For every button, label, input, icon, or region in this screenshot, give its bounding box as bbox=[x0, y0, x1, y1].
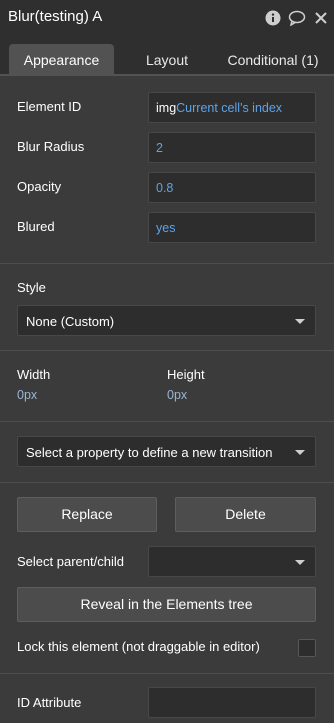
opacity-field[interactable]: 0.8 bbox=[148, 172, 316, 203]
blur-radius-field[interactable]: 2 bbox=[148, 132, 316, 163]
width-value: 0px bbox=[17, 388, 38, 402]
id-attribute-field[interactable] bbox=[148, 687, 316, 718]
tab-layout[interactable]: Layout bbox=[126, 44, 208, 76]
blur-radius-label: Blur Radius bbox=[17, 139, 85, 154]
height-value: 0px bbox=[167, 388, 188, 402]
blured-field[interactable]: yes bbox=[148, 212, 316, 243]
tab-conditional[interactable]: Conditional (1) bbox=[220, 44, 326, 76]
chevron-down-icon bbox=[295, 319, 305, 324]
reveal-in-elements-tree-button[interactable]: Reveal in the Elements tree bbox=[17, 587, 316, 622]
info-icon[interactable] bbox=[264, 9, 282, 27]
style-label: Style bbox=[17, 280, 46, 295]
select-parent-label: Select parent/child bbox=[17, 554, 124, 569]
close-icon[interactable] bbox=[312, 9, 330, 27]
blur-radius-value: 2 bbox=[156, 141, 163, 155]
height-label: Height bbox=[167, 367, 205, 382]
opacity-value: 0.8 bbox=[156, 181, 174, 195]
divider bbox=[0, 350, 334, 351]
select-parent-dropdown[interactable] bbox=[148, 546, 316, 577]
blured-label: Blured bbox=[17, 219, 55, 234]
opacity-label: Opacity bbox=[17, 179, 62, 194]
header-icons bbox=[264, 9, 330, 27]
transition-select[interactable]: Select a property to define a new transi… bbox=[17, 436, 316, 467]
divider bbox=[0, 263, 334, 264]
id-attribute-label: ID Attribute bbox=[17, 695, 82, 710]
element-id-prefix: img bbox=[156, 101, 177, 115]
panel-title: Blur(testing) A bbox=[8, 8, 103, 25]
chevron-down-icon bbox=[295, 450, 305, 455]
element-id-field[interactable]: imgCurrent cell's index bbox=[148, 92, 316, 123]
element-id-dynamic[interactable]: Current cell's index bbox=[176, 101, 282, 115]
lock-element-label: Lock this element (not draggable in edit… bbox=[17, 639, 260, 654]
element-id-label: Element ID bbox=[17, 99, 82, 114]
replace-button[interactable]: Replace bbox=[17, 497, 157, 532]
blured-value: yes bbox=[156, 221, 176, 235]
tab-bar: Appearance Layout Conditional (1) bbox=[0, 36, 334, 76]
divider bbox=[0, 482, 334, 483]
tab-appearance[interactable]: Appearance bbox=[9, 44, 114, 76]
transition-placeholder: Select a property to define a new transi… bbox=[26, 445, 273, 460]
width-label: Width bbox=[17, 367, 51, 382]
comment-icon[interactable] bbox=[288, 9, 306, 27]
delete-button[interactable]: Delete bbox=[175, 497, 316, 532]
chevron-down-icon bbox=[295, 560, 305, 565]
divider bbox=[0, 421, 334, 422]
style-select[interactable]: None (Custom) bbox=[17, 305, 316, 336]
panel-header: Blur(testing) A bbox=[0, 0, 334, 36]
style-selected: None (Custom) bbox=[26, 314, 115, 329]
lock-element-checkbox[interactable] bbox=[298, 639, 316, 657]
divider bbox=[0, 673, 334, 674]
tab-underline bbox=[0, 74, 334, 76]
